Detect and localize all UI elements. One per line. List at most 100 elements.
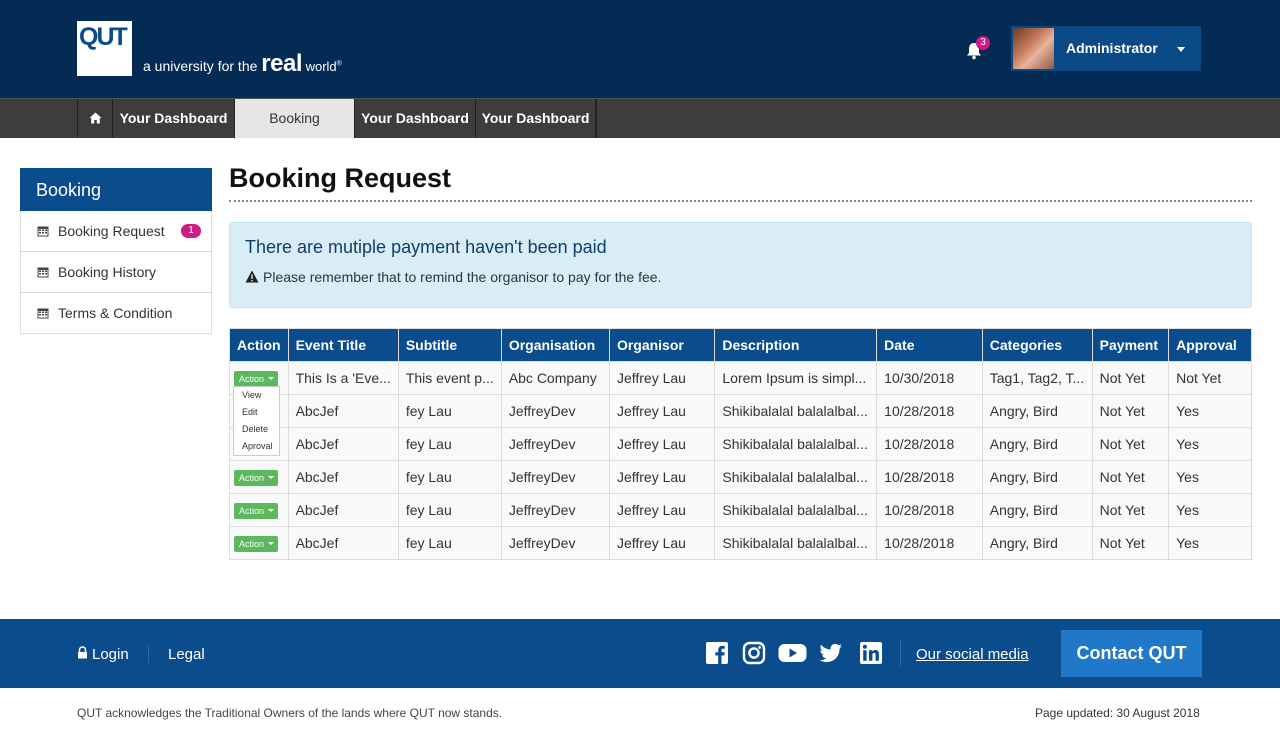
warning-icon bbox=[245, 270, 259, 283]
column-header[interactable]: Description bbox=[714, 328, 878, 362]
sidebar-item-booking-request[interactable]: Booking Request 1 bbox=[20, 211, 212, 252]
nav-item-your-dashboard-2[interactable]: Your Dashboard bbox=[354, 99, 475, 138]
column-header[interactable]: Subtitle bbox=[397, 328, 502, 362]
table-cell: 10/28/2018 bbox=[876, 493, 983, 527]
column-header[interactable]: Organisor bbox=[608, 328, 716, 362]
column-header[interactable]: Event Title bbox=[287, 328, 399, 362]
qut-logo[interactable]: QUT bbox=[77, 21, 132, 76]
login-label: Login bbox=[92, 646, 129, 663]
table-cell: JeffreyDev bbox=[500, 460, 610, 494]
nav-divider bbox=[595, 99, 597, 138]
table-cell: Not Yet bbox=[1091, 427, 1170, 461]
sidebar-badge: 1 bbox=[181, 224, 201, 238]
sidebar-item-booking-history[interactable]: Booking History bbox=[20, 252, 212, 293]
table-cell: AbcJef bbox=[287, 394, 399, 428]
table-cell: Not Yet bbox=[1091, 394, 1170, 428]
nav-item-your-dashboard-3[interactable]: Your Dashboard bbox=[475, 99, 595, 138]
action-button[interactable]: Action bbox=[234, 370, 279, 387]
instagram-icon[interactable] bbox=[742, 641, 766, 665]
menu-item-edit[interactable]: Edit bbox=[234, 404, 279, 421]
nav-item-your-dashboard-1[interactable]: Your Dashboard bbox=[112, 99, 234, 138]
twitter-icon[interactable] bbox=[819, 641, 843, 665]
legal-link[interactable]: Legal bbox=[168, 646, 205, 663]
table-cell: Angry, Bird bbox=[981, 526, 1093, 560]
page-title: Booking Request bbox=[229, 163, 452, 193]
action-button-label: Action bbox=[239, 505, 265, 516]
table-cell: Angry, Bird bbox=[981, 460, 1093, 494]
action-button-label: Action bbox=[239, 472, 265, 483]
facebook-icon[interactable] bbox=[705, 641, 729, 665]
table-cell: JeffreyDev bbox=[500, 493, 610, 527]
table-cell: JeffreyDev bbox=[500, 427, 610, 461]
table-cell: Jeffrey Lau bbox=[608, 394, 716, 428]
table-cell: JeffreyDev bbox=[500, 394, 610, 428]
youtube-icon[interactable] bbox=[778, 641, 807, 665]
table-cell: 10/30/2018 bbox=[876, 361, 983, 395]
payment-alert: There are mutiple payment haven't been p… bbox=[229, 222, 1252, 308]
sidebar-item-label: Booking Request bbox=[58, 223, 165, 239]
tagline-real: real bbox=[261, 50, 302, 77]
column-header[interactable]: Organisation bbox=[500, 328, 610, 362]
sidebar-item-terms[interactable]: Terms & Condition bbox=[20, 293, 212, 334]
table-cell: Angry, Bird bbox=[981, 427, 1093, 461]
site-footer: Login Legal Our social media Contact QUT bbox=[0, 619, 1280, 688]
calendar-icon bbox=[37, 226, 49, 237]
table-cell: AbcJef bbox=[287, 427, 399, 461]
table-cell: fey Lau bbox=[397, 394, 502, 428]
table-cell: Yes bbox=[1168, 427, 1252, 461]
table-cell: AbcJef bbox=[287, 460, 399, 494]
action-button-label: Action bbox=[239, 538, 265, 549]
action-button[interactable]: Action bbox=[234, 502, 279, 519]
caret-down-icon bbox=[268, 376, 275, 380]
table-cell: Lorem Ipsum is simpl... bbox=[714, 361, 878, 395]
table-cell: Yes bbox=[1168, 394, 1252, 428]
notification-badge: 3 bbox=[976, 36, 990, 50]
menu-item-approval[interactable]: Aproval bbox=[234, 438, 279, 455]
menu-item-delete[interactable]: Delete bbox=[234, 421, 279, 438]
tagline-registered: ® bbox=[336, 60, 342, 68]
table-cell: Jeffrey Lau bbox=[608, 361, 716, 395]
column-header[interactable]: Approval bbox=[1168, 328, 1252, 362]
booking-table: Action Event Title Subtitle Organisation… bbox=[229, 328, 1252, 560]
linkedin-icon[interactable] bbox=[859, 641, 883, 665]
action-button[interactable]: Action bbox=[234, 535, 279, 552]
tagline-world: world bbox=[301, 59, 337, 74]
table-cell: Angry, Bird bbox=[981, 493, 1093, 527]
table-cell: fey Lau bbox=[397, 526, 502, 560]
table-cell: This event p... bbox=[397, 361, 502, 395]
table-cell: Jeffrey Lau bbox=[608, 460, 716, 494]
column-header[interactable]: Date bbox=[876, 328, 983, 362]
table-cell: Jeffrey Lau bbox=[608, 493, 716, 527]
table-cell: Not Yet bbox=[1091, 526, 1170, 560]
table-cell: Shikibalalal balalalbal... bbox=[714, 460, 878, 494]
nav-item-booking[interactable]: Booking bbox=[234, 99, 354, 138]
table-cell: Not Yet bbox=[1091, 361, 1170, 395]
sidebar-item-label: Booking History bbox=[58, 264, 157, 280]
login-link[interactable]: Login bbox=[77, 646, 129, 663]
user-name: Administrator bbox=[1066, 40, 1158, 56]
column-header[interactable]: Action bbox=[229, 328, 289, 362]
table-cell: AbcJef bbox=[287, 493, 399, 527]
table-cell: Angry, Bird bbox=[981, 394, 1093, 428]
table-row: Action AbcJef fey Lau JeffreyDev Jeffrey… bbox=[229, 493, 1252, 527]
sidebar: Booking Booking Request 1 Booking Histor… bbox=[20, 168, 212, 334]
contact-qut-button[interactable]: Contact QUT bbox=[1061, 630, 1202, 677]
table-cell: JeffreyDev bbox=[500, 526, 610, 560]
action-cell: Action bbox=[229, 460, 289, 494]
column-header[interactable]: Categories bbox=[981, 328, 1093, 362]
user-menu-button[interactable]: Administrator bbox=[1011, 26, 1201, 71]
action-button-label: Action bbox=[239, 373, 265, 384]
table-cell: Shikibalalal balalalbal... bbox=[714, 394, 878, 428]
nav-home[interactable] bbox=[77, 99, 112, 138]
table-cell: Abc Company bbox=[500, 361, 610, 395]
table-cell: 10/28/2018 bbox=[876, 394, 983, 428]
caret-down-icon bbox=[268, 475, 275, 479]
footer-divider bbox=[900, 640, 901, 666]
caret-down-icon bbox=[1177, 47, 1185, 52]
menu-item-view[interactable]: View bbox=[234, 387, 279, 404]
action-button[interactable]: Action bbox=[234, 469, 279, 486]
calendar-icon bbox=[37, 267, 49, 278]
social-media-link[interactable]: Our social media bbox=[916, 646, 1029, 663]
column-header[interactable]: Payment bbox=[1091, 328, 1170, 362]
table-cell: This Is a 'Eve... bbox=[287, 361, 399, 395]
